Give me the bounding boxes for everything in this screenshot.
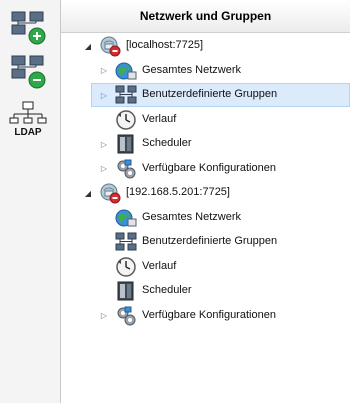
tree-item-label: Benutzerdefinierte Gruppen xyxy=(142,88,278,100)
expand-arrow-icon[interactable]: ▷ xyxy=(99,66,109,76)
expand-arrow-icon[interactable]: ▷ xyxy=(99,164,109,174)
tree-item-label: [localhost:7725] xyxy=(126,39,204,51)
tree-item[interactable]: Verlauf xyxy=(61,108,350,132)
groups-icon xyxy=(115,231,137,253)
tree-item[interactable]: ▷ Verfügbare Konfigurationen xyxy=(61,157,350,181)
ldap-button[interactable]: LDAP xyxy=(8,100,48,140)
panel-title: Netzwerk und Gruppen xyxy=(61,0,350,33)
network-tree-panel: Netzwerk und Gruppen ◢ [localhost:7725] ▷ G… xyxy=(61,0,350,403)
expand-arrow-icon[interactable]: ▷ xyxy=(99,90,109,100)
collapse-arrow-icon[interactable]: ◢ xyxy=(83,188,93,198)
tree-item[interactable]: ▷ Gesamtes Netzwerk xyxy=(61,59,350,83)
tree-item-label: Verfügbare Konfigurationen xyxy=(142,308,276,321)
expand-arrow-icon[interactable]: ▷ xyxy=(99,311,109,321)
tree-server-node[interactable]: ◢ [localhost:7725] xyxy=(61,34,350,58)
tree-item-label: Verlauf xyxy=(142,259,177,272)
tree-item[interactable]: ▷ Benutzerdefinierte Gruppen xyxy=(91,83,350,107)
scheduler-icon xyxy=(115,280,137,302)
tree-item[interactable]: ▷ Verfügbare Konfigurationen xyxy=(61,304,350,328)
clock-icon xyxy=(115,256,137,278)
tree-item-label: Gesamtes Netzwerk xyxy=(142,63,242,76)
tree-item[interactable]: Scheduler xyxy=(61,279,350,303)
scheduler-icon xyxy=(115,133,137,155)
ldap-label: LDAP xyxy=(14,127,42,138)
tree-item[interactable]: Benutzerdefinierte Gruppen xyxy=(61,230,350,254)
tree-item[interactable]: Gesamtes Netzwerk xyxy=(61,206,350,230)
tree-item[interactable]: ▷ Scheduler xyxy=(61,132,350,156)
server-error-icon xyxy=(99,182,121,204)
tree-item-label: Scheduler xyxy=(142,137,192,149)
add-network-icon xyxy=(11,11,46,45)
groups-icon xyxy=(115,84,137,106)
configurations-icon xyxy=(115,305,137,327)
tree-server-node[interactable]: ◢ [192.168.5.201:7725] xyxy=(61,181,350,205)
tree-item-label: Benutzerdefinierte Gruppen xyxy=(142,235,278,247)
remove-network-button[interactable] xyxy=(8,52,48,92)
add-network-button[interactable] xyxy=(8,8,48,48)
left-toolbar: LDAP xyxy=(0,0,61,403)
tree-item-label: Gesamtes Netzwerk xyxy=(142,210,242,223)
expand-arrow-icon[interactable]: ▷ xyxy=(99,139,109,149)
configurations-icon xyxy=(115,158,137,180)
server-error-icon xyxy=(99,35,121,57)
globe-network-icon xyxy=(115,207,137,229)
tree-item-label: Verfügbare Konfigurationen xyxy=(142,161,276,174)
tree-item-label: [192.168.5.201:7725] xyxy=(126,186,230,198)
clock-icon xyxy=(115,109,137,131)
tree-item-label: Verlauf xyxy=(142,112,177,125)
remove-network-icon xyxy=(11,55,46,89)
globe-network-icon xyxy=(115,60,137,82)
tree-item[interactable]: Verlauf xyxy=(61,255,350,279)
collapse-arrow-icon[interactable]: ◢ xyxy=(83,41,93,51)
ldap-icon: LDAP xyxy=(9,101,47,138)
tree-item-label: Scheduler xyxy=(142,284,192,296)
